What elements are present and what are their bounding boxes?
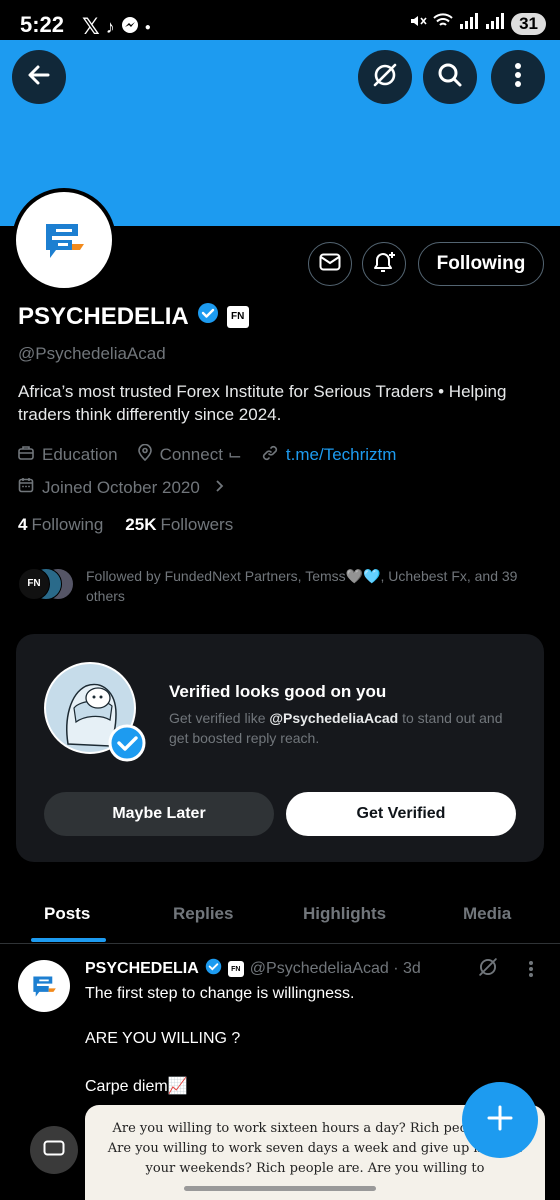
message-button[interactable]: [308, 242, 352, 286]
bell-plus-icon: [371, 250, 397, 279]
post-avatar[interactable]: [18, 960, 70, 1012]
signal-icon-2: [485, 13, 505, 34]
grok-icon: [371, 61, 399, 94]
more-vertical-icon: [514, 62, 522, 93]
profile-tabs: Posts Replies Highlights Media: [0, 886, 560, 944]
post-author-name[interactable]: PSYCHEDELIA: [85, 960, 199, 978]
search-icon: [436, 61, 464, 94]
followed-by-row[interactable]: FN Followed by FundedNext Partners, Tems…: [18, 566, 548, 606]
avatar-image: [16, 192, 112, 288]
tab-media[interactable]: Media: [463, 904, 511, 924]
location-pin-icon: [137, 443, 152, 466]
chevron-right-icon: [214, 478, 224, 498]
profile-meta-row: Education Connect ⌙ t.me/Techriztm: [18, 443, 397, 466]
profile-avatar[interactable]: [12, 188, 116, 292]
post-author-handle: @PsychedeliaAcad · 3d: [249, 960, 421, 977]
promo-subtitle-prefix: Get verified like: [169, 710, 270, 726]
grok-button[interactable]: [358, 50, 412, 104]
affiliate-badge-icon: FN: [227, 961, 244, 977]
envelope-icon: [319, 253, 341, 276]
tiktok-icon: ♪: [105, 16, 115, 37]
following-button[interactable]: Following: [418, 242, 544, 286]
system-icons: 31: [409, 12, 546, 35]
gesture-navigation-bar[interactable]: [184, 1186, 376, 1191]
verified-badge-icon[interactable]: [197, 302, 219, 331]
profile-joined-date: Joined October 2020: [42, 477, 200, 497]
profile-category: Education: [42, 445, 118, 464]
profile-handle: @PsychedeliaAcad: [18, 344, 166, 363]
link-icon: [262, 445, 278, 466]
following-count-link[interactable]: 4 Following: [18, 515, 103, 535]
affiliate-badge-icon[interactable]: FN: [226, 305, 249, 328]
promo-subtitle-handle: @PsychedeliaAcad: [269, 710, 399, 726]
psychedelia-logo: [33, 976, 56, 997]
following-count: 4: [18, 515, 28, 534]
more-notifications-dot: ●: [144, 21, 151, 33]
profile-name: PSYCHEDELIA: [18, 302, 189, 330]
more-vertical-icon[interactable]: [528, 960, 534, 983]
profile-joined-row[interactable]: Joined October 2020: [18, 477, 224, 498]
more-options-button[interactable]: [491, 50, 545, 104]
post-header: PSYCHEDELIA FN @PsychedeliaAcad · 3d: [85, 958, 421, 980]
followers-count: 25K: [125, 515, 157, 534]
status-time: 5:22: [20, 12, 65, 37]
battery-indicator: 31: [511, 12, 546, 35]
notifications-button[interactable]: [362, 242, 406, 286]
verified-check-icon: [108, 724, 146, 767]
tab-replies[interactable]: Replies: [173, 904, 233, 924]
wifi-icon: [433, 13, 453, 34]
profile-bio: Africa’s most trusted Forex Institute fo…: [18, 382, 507, 424]
tab-posts[interactable]: Posts: [44, 904, 90, 924]
plus-icon: [486, 1104, 514, 1137]
profile-location: Connect ⌙: [159, 445, 242, 464]
psychedelia-logo: [46, 224, 84, 258]
active-tab-indicator: [31, 938, 106, 942]
post-text-line: ARE YOU WILLING ?: [85, 1030, 241, 1047]
follow-counts: 4 Following 25K Followers: [18, 515, 233, 535]
verification-promo-card: Verified looks good on you Get verified …: [16, 634, 544, 862]
briefcase-icon: [18, 445, 34, 465]
floating-window-button[interactable]: [30, 1126, 78, 1174]
followers-count-link[interactable]: 25K Followers: [125, 515, 233, 535]
window-icon: [43, 1140, 65, 1161]
maybe-later-button[interactable]: Maybe Later: [44, 792, 274, 836]
promo-title: Verified looks good on you: [169, 682, 387, 701]
signal-icon: [459, 13, 479, 34]
grok-icon[interactable]: [477, 956, 499, 983]
profile-name-row: PSYCHEDELIA FN: [18, 302, 249, 331]
tab-highlights[interactable]: Highlights: [303, 904, 386, 924]
followers-label: Followers: [160, 515, 234, 534]
mute-icon: [409, 12, 427, 35]
followed-by-avatars: FN: [18, 568, 76, 602]
messenger-icon: [121, 16, 139, 39]
verified-badge-icon: [205, 958, 222, 980]
notification-icons: 𝕏 ♪ ●: [82, 14, 151, 40]
profile-link[interactable]: t.me/Techriztm: [286, 445, 397, 465]
compose-post-button[interactable]: [462, 1082, 538, 1158]
back-button[interactable]: [12, 50, 66, 104]
arrow-left-icon: [26, 62, 52, 93]
post-text-line: The first step to change is willingness.: [85, 985, 355, 1002]
get-verified-button[interactable]: Get Verified: [286, 792, 516, 836]
post-text-line: Carpe diem📈: [85, 1078, 188, 1095]
following-label: Following: [31, 515, 104, 534]
followed-by-text: Followed by FundedNext Partners, Temss🩶🩵…: [86, 568, 518, 604]
promo-subtitle: Get verified like @PsychedeliaAcad to st…: [169, 708, 519, 748]
calendar-icon: [18, 477, 34, 498]
search-button[interactable]: [423, 50, 477, 104]
post-image-text: Are you willing to work sixteen hours a …: [107, 1121, 523, 1176]
x-app-icon: 𝕏: [82, 14, 100, 39]
follower-avatar-fundednext: FN: [18, 568, 50, 600]
